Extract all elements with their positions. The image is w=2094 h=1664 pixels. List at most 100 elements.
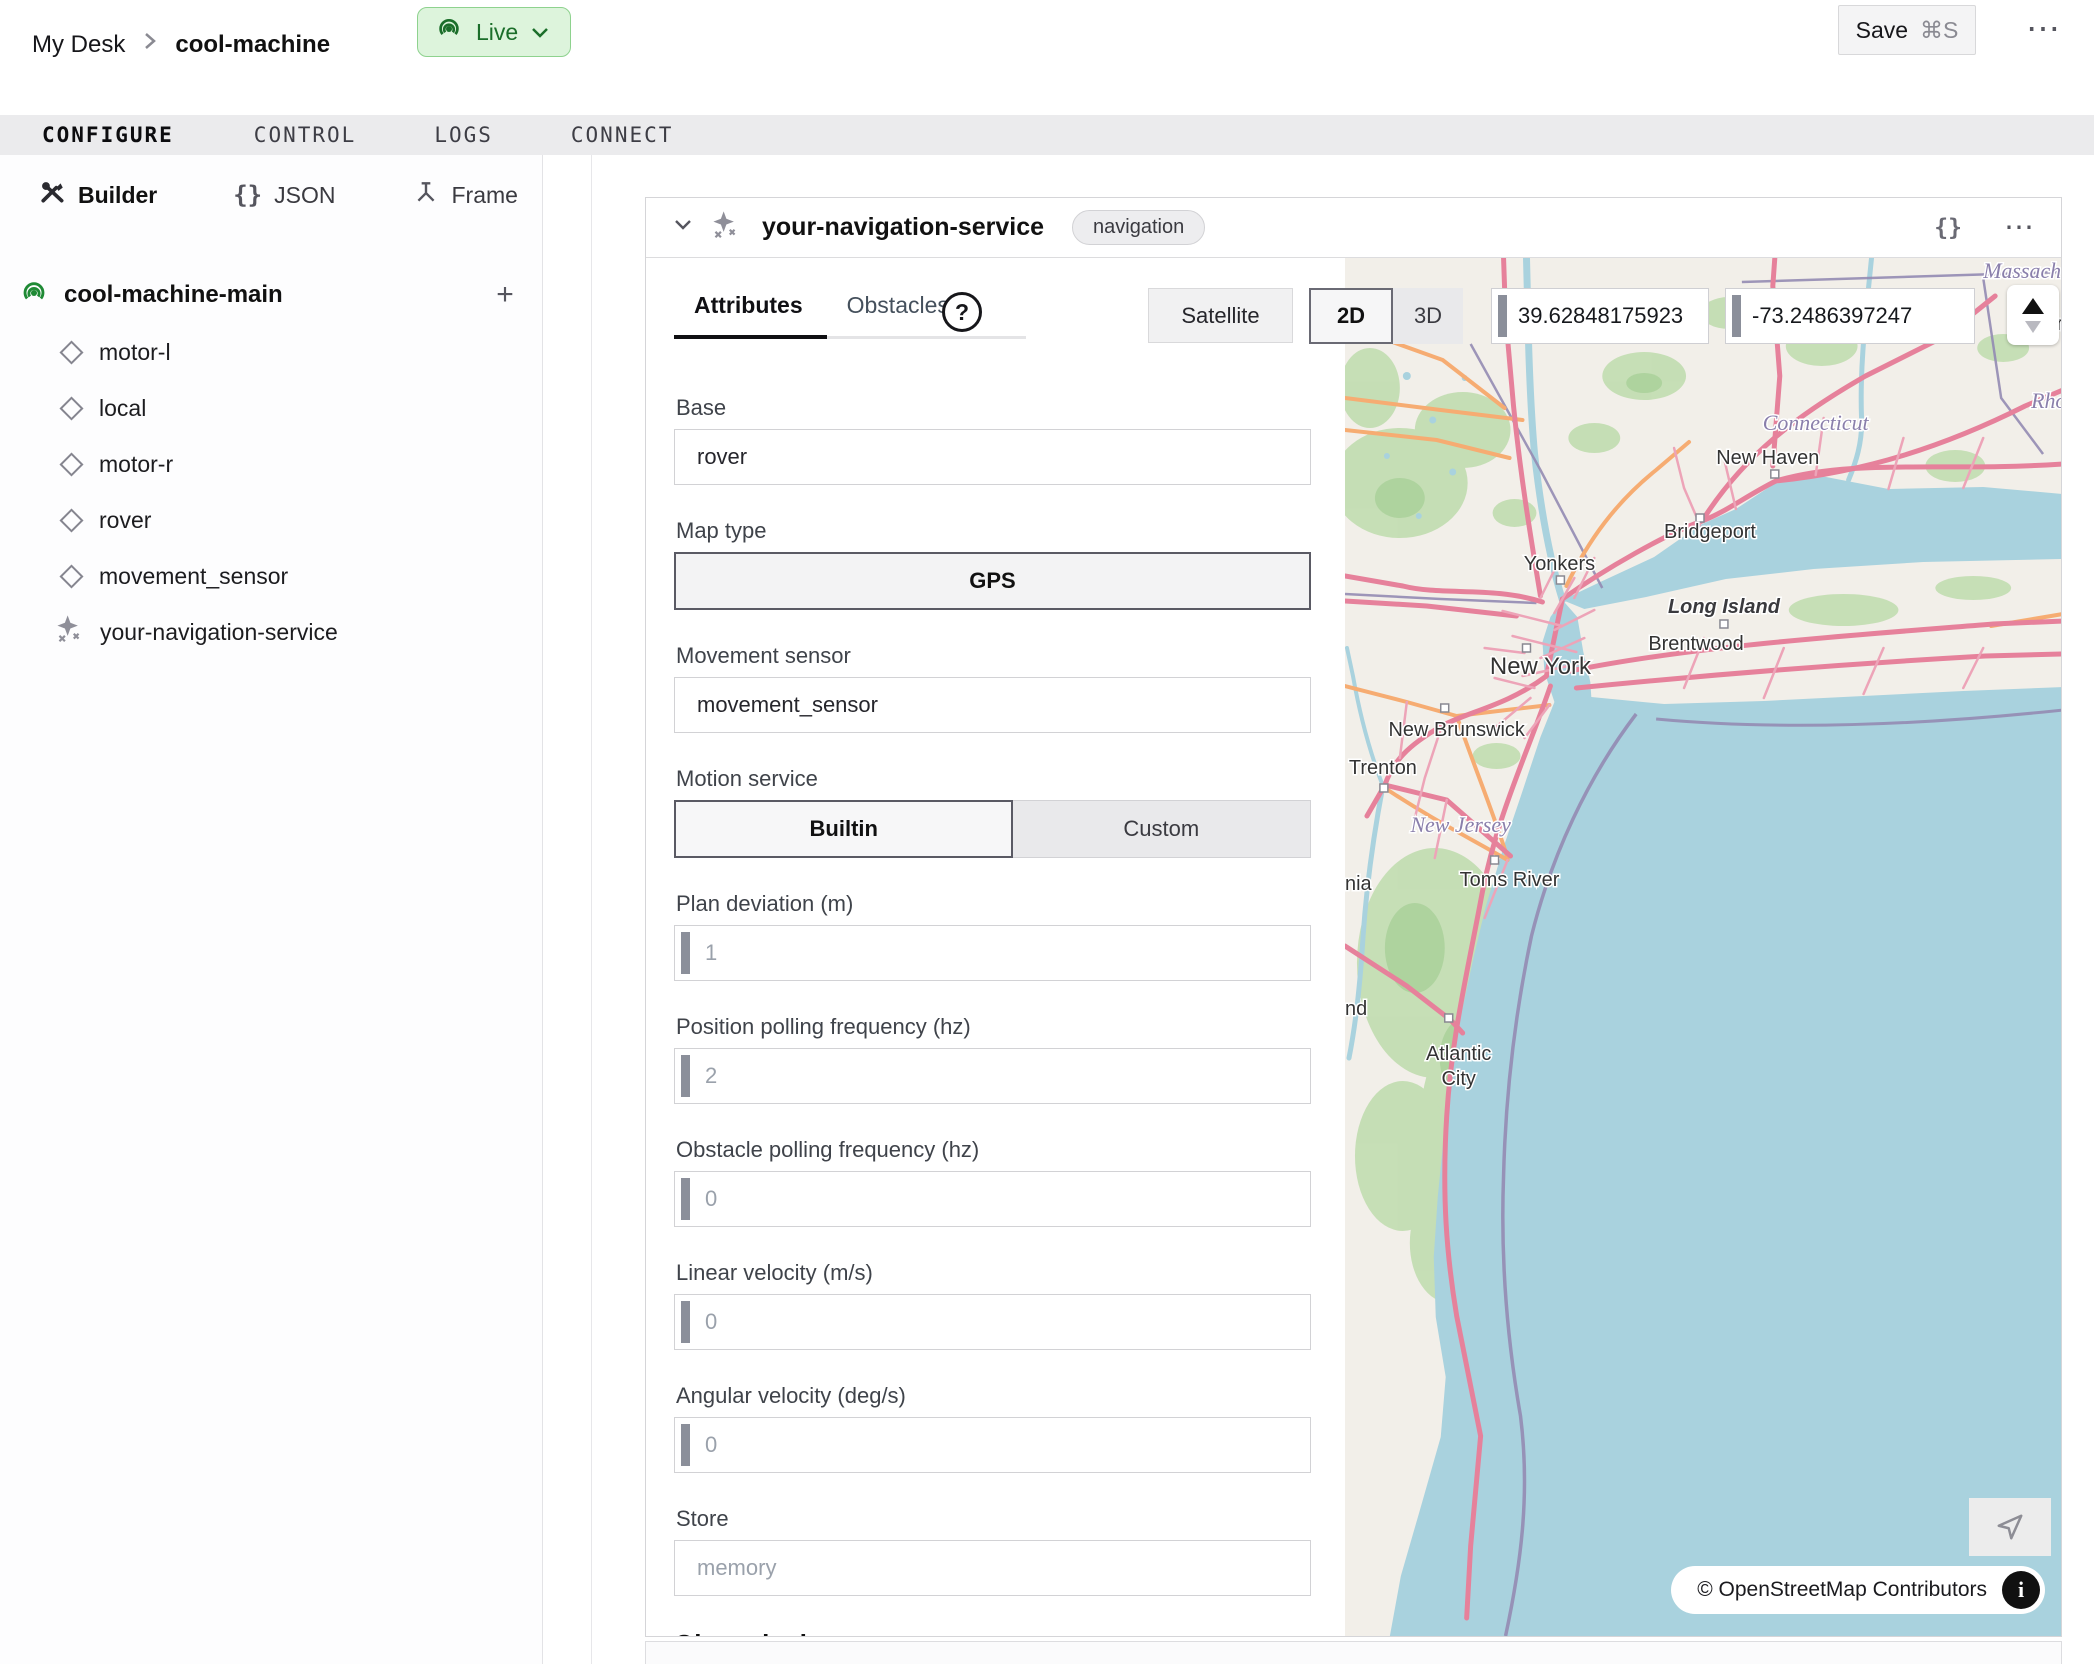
breadcrumb-current: cool-machine <box>175 31 330 59</box>
tree-item-motor-r[interactable]: motor-r <box>60 442 520 486</box>
field-label: Movement sensor <box>676 643 1311 669</box>
live-label: Live <box>476 19 518 46</box>
tab-logs[interactable]: LOGS <box>430 123 497 147</box>
component-diamond-icon <box>59 396 83 420</box>
field-label: Base <box>676 395 1311 421</box>
tree-item-label: local <box>99 395 146 422</box>
mode-json-label: JSON <box>274 182 335 209</box>
map-label: New Jersey <box>1409 812 1511 837</box>
drag-handle[interactable] <box>1732 295 1741 337</box>
map-label: nd <box>1345 998 1367 1020</box>
obstacle-polling-field: Obstacle polling frequency (hz) <box>674 1137 1311 1227</box>
step-up-icon[interactable] <box>2022 298 2044 314</box>
card-header: your-navigation-service navigation {} ⋯ <box>646 198 2061 258</box>
tree-item-navigation-service[interactable]: your-navigation-service <box>54 610 514 654</box>
map-attribution: © OpenStreetMap Contributors i <box>1671 1566 2045 1614</box>
component-diamond-icon <box>59 452 83 476</box>
overflow-menu-button[interactable]: ⋯ <box>2016 4 2072 54</box>
tab-configure[interactable]: CONFIGURE <box>38 123 178 147</box>
tab-control[interactable]: CONTROL <box>250 123 361 147</box>
view-3d-button[interactable]: 3D <box>1393 288 1463 344</box>
map-label: New York <box>1490 653 1592 680</box>
motion-custom-button[interactable]: Custom <box>1012 801 1310 857</box>
plan-deviation-input[interactable] <box>705 926 1306 980</box>
map-label: Atlantic <box>1426 1043 1491 1065</box>
component-diamond-icon <box>59 508 83 532</box>
plan-deviation-field: Plan deviation (m) <box>674 891 1311 981</box>
drag-handle[interactable] <box>1498 295 1507 337</box>
map-label: Rhode <box>2030 388 2061 413</box>
attribution-text: © OpenStreetMap Contributors <box>1697 1578 1987 1602</box>
breadcrumb-root[interactable]: My Desk <box>32 31 125 59</box>
mode-frame[interactable]: Frame <box>413 179 517 211</box>
tree-root-machine[interactable]: cool-machine-main + <box>18 273 523 317</box>
tree-item-motor-l[interactable]: motor-l <box>60 330 520 374</box>
map-label: New Brunswick <box>1389 719 1526 741</box>
coordinate-stepper[interactable] <box>2007 285 2059 345</box>
navigation-map[interactable]: Massach Pro Rhode Connecticut New Haven … <box>1345 258 2061 1636</box>
tab-connect[interactable]: CONNECT <box>567 123 678 147</box>
info-icon[interactable]: i <box>2002 1571 2040 1609</box>
linear-velocity-input[interactable] <box>705 1295 1306 1349</box>
frame-axes-icon <box>413 179 439 211</box>
latitude-input[interactable] <box>1518 289 1704 343</box>
json-code-icon[interactable]: {} <box>1934 215 1962 241</box>
tab-attributes[interactable]: Attributes <box>674 286 827 339</box>
service-sparkle-icon <box>54 614 84 650</box>
base-input[interactable] <box>674 429 1311 485</box>
tree-item-local[interactable]: local <box>60 386 520 430</box>
mode-json[interactable]: {} JSON <box>233 181 335 209</box>
mode-frame-label: Frame <box>451 182 517 209</box>
obstacle-polling-input[interactable] <box>705 1172 1306 1226</box>
next-panel-edge <box>645 1641 2062 1664</box>
motion-builtin-button[interactable]: Builtin <box>674 800 1013 858</box>
store-input[interactable] <box>674 1540 1311 1596</box>
tree-item-movement-sensor[interactable]: movement_sensor <box>60 554 520 598</box>
field-label: Plan deviation (m) <box>676 891 1311 917</box>
longitude-input[interactable] <box>1752 289 1970 343</box>
drag-handle[interactable] <box>681 932 690 974</box>
movement-sensor-field: Movement sensor <box>674 643 1311 733</box>
field-label: Motion service <box>676 766 1311 792</box>
save-button[interactable]: Save ⌘S <box>1838 5 1976 55</box>
help-icon[interactable]: ? <box>942 292 982 332</box>
save-shortcut: ⌘S <box>1920 17 1958 44</box>
movement-sensor-input[interactable] <box>674 677 1311 733</box>
sidebar-mode-switcher: Builder {} JSON Frame <box>0 171 542 219</box>
linear-velocity-field: Linear velocity (m/s) <box>674 1260 1311 1350</box>
drag-handle[interactable] <box>681 1301 690 1343</box>
field-label: Linear velocity (m/s) <box>676 1260 1311 1286</box>
add-component-button[interactable]: + <box>487 278 523 312</box>
drag-handle[interactable] <box>681 1424 690 1466</box>
angular-velocity-input[interactable] <box>705 1418 1306 1472</box>
map-label: nia <box>1345 873 1373 895</box>
card-menu-button[interactable]: ⋯ <box>2004 210 2035 245</box>
machine-name: cool-machine-main <box>64 281 473 309</box>
map-dimension-toggle: 2D 3D <box>1309 288 1463 344</box>
latitude-field <box>1491 288 1709 344</box>
openstreetmap-canvas: Massach Pro Rhode Connecticut New Haven … <box>1345 258 2061 1636</box>
step-down-icon[interactable] <box>2025 321 2041 333</box>
satellite-toggle-button[interactable]: Satellite <box>1148 288 1293 343</box>
store-field: Store <box>674 1506 1311 1596</box>
map-label: Massach <box>1982 258 2061 283</box>
service-type-badge: navigation <box>1072 210 1205 245</box>
map-label: New Haven <box>1716 447 1819 469</box>
view-2d-button[interactable]: 2D <box>1309 288 1393 344</box>
position-polling-input[interactable] <box>705 1049 1306 1103</box>
mode-builder[interactable]: Builder <box>40 179 157 211</box>
tree-item-rover[interactable]: rover <box>60 498 520 542</box>
live-status-dropdown[interactable]: Live <box>417 7 571 57</box>
recenter-button[interactable] <box>1969 1498 2051 1556</box>
chevron-down-icon <box>530 19 550 46</box>
field-label: Map type <box>676 518 1311 544</box>
motion-service-field: Motion service Builtin Custom <box>674 766 1311 858</box>
longitude-field <box>1725 288 1975 344</box>
collapse-chevron-icon[interactable] <box>672 217 694 238</box>
drag-handle[interactable] <box>681 1055 690 1097</box>
drag-handle[interactable] <box>681 1178 690 1220</box>
motion-service-toggle: Builtin Custom <box>674 800 1311 858</box>
map-type-gps-button[interactable]: GPS <box>674 552 1311 610</box>
save-label: Save <box>1856 17 1908 44</box>
base-field: Base <box>674 395 1311 485</box>
